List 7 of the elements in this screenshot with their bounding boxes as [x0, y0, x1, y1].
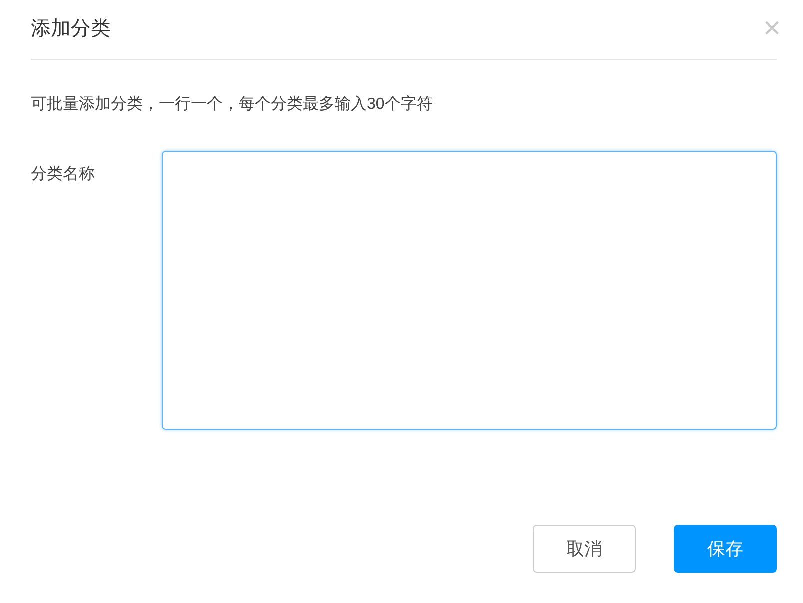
save-button[interactable]: 保存	[674, 525, 777, 573]
field-label: 分类名称	[31, 164, 96, 185]
category-name-field[interactable]	[162, 151, 777, 430]
cancel-button[interactable]: 取消	[533, 525, 636, 573]
close-button[interactable]: ×	[763, 14, 781, 44]
dialog-title: 添加分类	[31, 16, 111, 42]
hint-text: 可批量添加分类，一行一个，每个分类最多输入30个字符	[31, 94, 433, 115]
